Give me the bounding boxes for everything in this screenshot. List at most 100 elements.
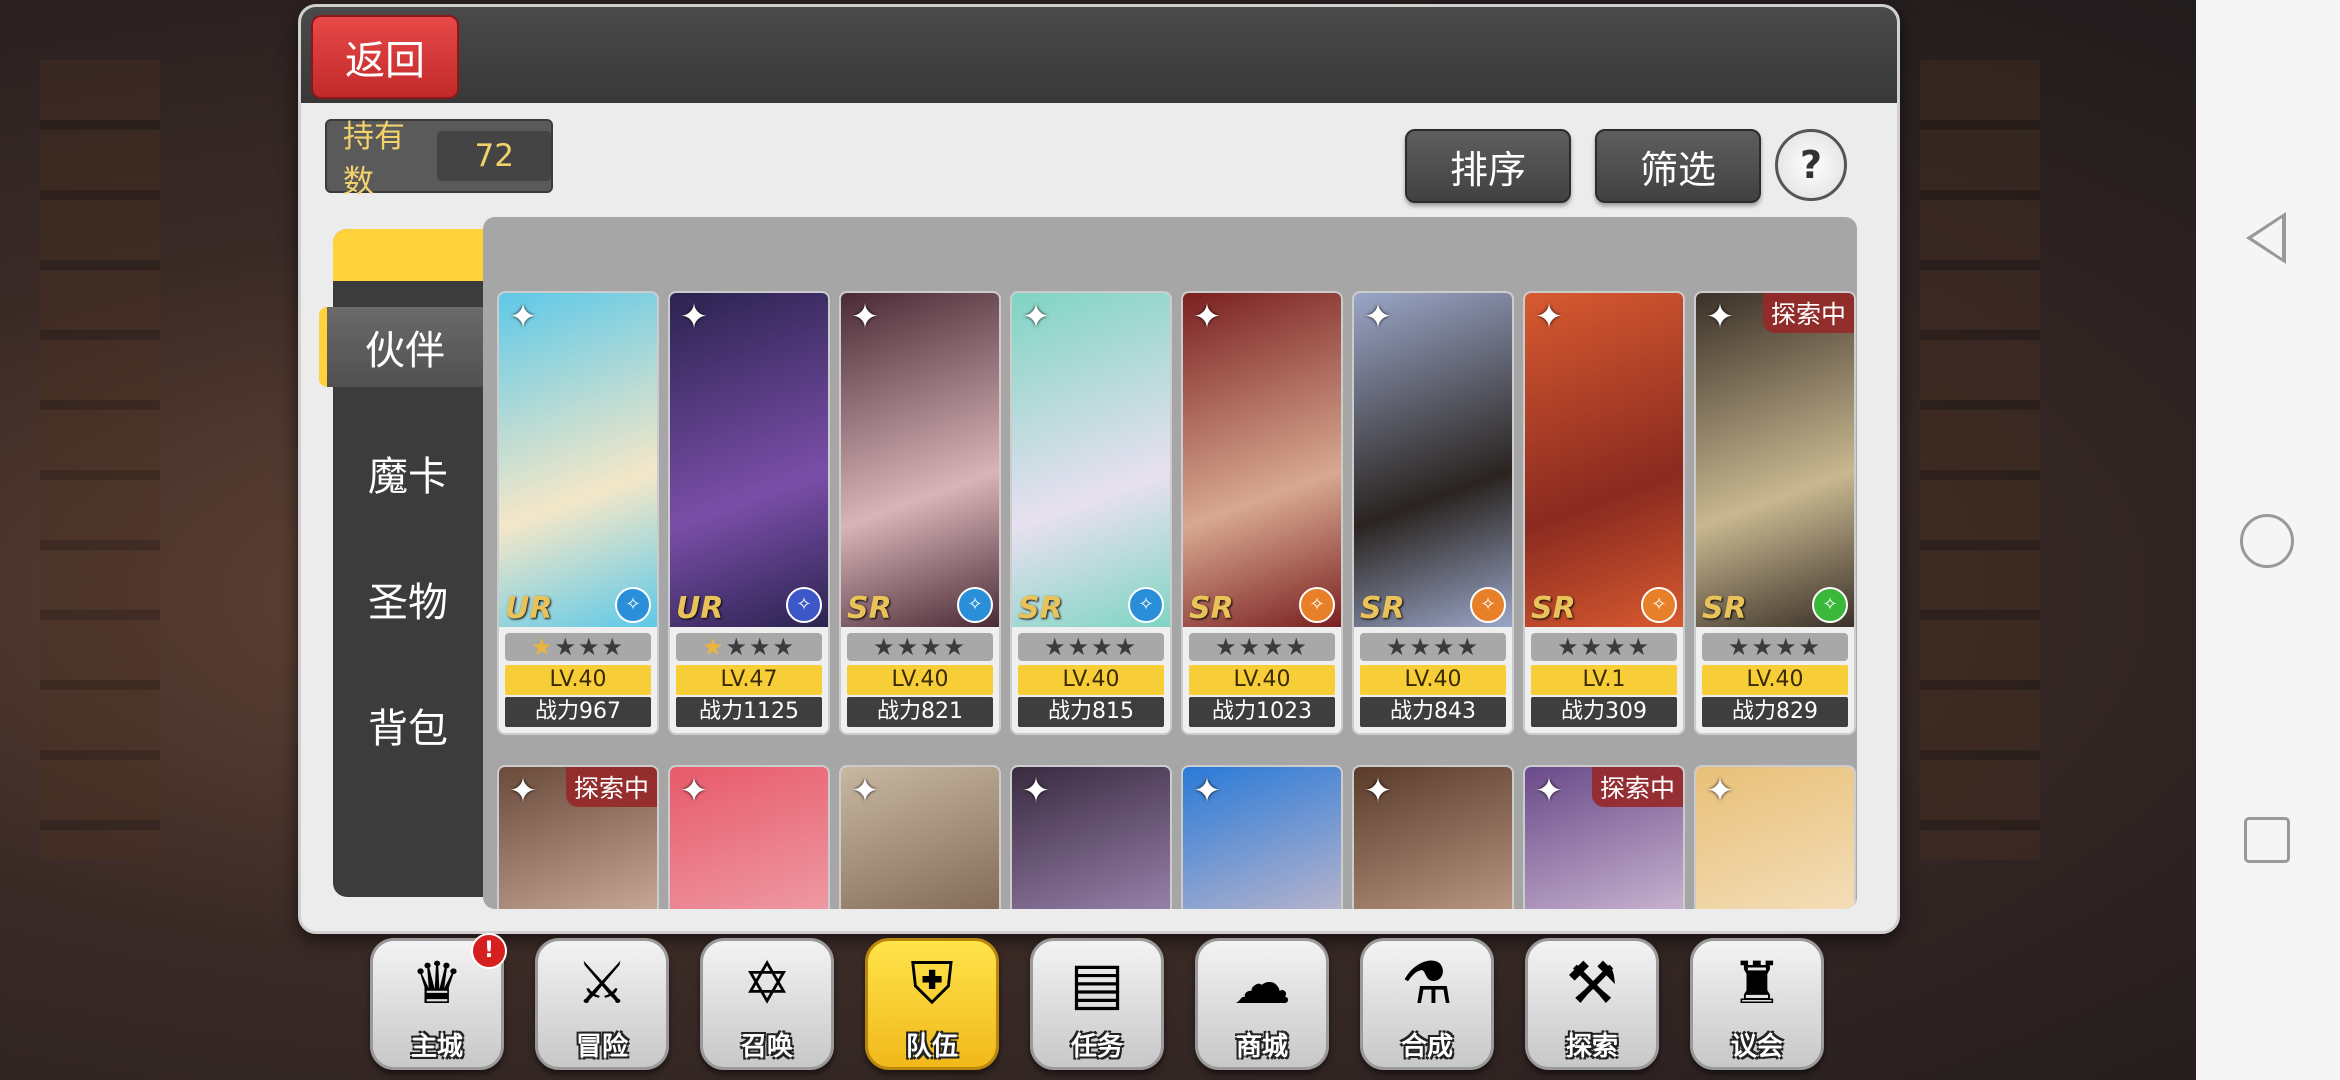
tab-magic-cards[interactable]: 魔卡 bbox=[333, 433, 483, 513]
character-card[interactable]: ✦ bbox=[1181, 765, 1343, 909]
back-button[interactable]: 返回 bbox=[311, 15, 459, 99]
star-icon: ★ bbox=[772, 633, 797, 661]
nav-recent-apps-icon[interactable] bbox=[2244, 817, 2290, 863]
filter-button[interactable]: 筛选 bbox=[1595, 129, 1761, 203]
menu-label: 任务 bbox=[1070, 1032, 1123, 1062]
rarity-label: SR bbox=[847, 591, 892, 626]
element-icon: ✦ bbox=[508, 771, 538, 811]
owned-count-box: 持有数 72 bbox=[325, 119, 553, 200]
menu-icon: ⛨ bbox=[910, 949, 954, 1017]
level-label: LV.40 bbox=[847, 665, 993, 695]
menu-item[interactable]: ☁ 商城 bbox=[1195, 938, 1329, 1070]
star-icon: ★ bbox=[725, 633, 749, 661]
power-label: 战力821 bbox=[847, 697, 993, 727]
class-icon: ✧ bbox=[1128, 587, 1164, 623]
character-card[interactable]: ✦ SR ✧ ★★★★ LV.40 战力821 bbox=[839, 291, 1001, 735]
class-icon: ✧ bbox=[1470, 587, 1506, 623]
sort-button[interactable]: 排序 bbox=[1405, 129, 1571, 203]
character-card[interactable]: ✦ SR ✧ ★★★★ LV.40 战力815 bbox=[1010, 291, 1172, 735]
menu-icon: ⚔ bbox=[576, 949, 628, 1017]
menu-item[interactable]: ⚗ 合成 bbox=[1360, 938, 1494, 1070]
background-shelf bbox=[1920, 60, 2040, 860]
star-icon: ★ bbox=[920, 633, 944, 661]
menu-item[interactable]: ♛ 主城! bbox=[370, 933, 507, 1070]
star-icon: ★ bbox=[1285, 633, 1310, 661]
nav-back-icon[interactable] bbox=[2246, 212, 2286, 264]
element-icon: ✦ bbox=[1705, 297, 1735, 337]
character-card[interactable]: ✦ bbox=[839, 765, 1001, 909]
help-button[interactable]: ? bbox=[1775, 129, 1847, 201]
tab-relics[interactable]: 圣物 bbox=[333, 559, 483, 639]
character-card[interactable]: ✦ SR ✧ ★★★★ LV.40 战力843 bbox=[1352, 291, 1514, 735]
character-card[interactable]: ✦ bbox=[668, 765, 830, 909]
character-card[interactable]: ✦ SR ✧ ★★★★ LV.1 战力309 bbox=[1523, 291, 1685, 735]
menu-item[interactable]: ▤ 任务 bbox=[1030, 938, 1164, 1070]
character-card[interactable]: ✦ 探索中 bbox=[497, 765, 659, 909]
character-card[interactable]: ✦ UR ✧ ★★★★ LV.47 战力1125 bbox=[668, 291, 830, 735]
star-icon: ★ bbox=[1604, 633, 1628, 661]
star-rating: ★★★★ bbox=[505, 633, 651, 661]
tab-backpack[interactable]: 背包 bbox=[333, 685, 483, 765]
star-rating: ★★★★ bbox=[1360, 633, 1506, 661]
owned-count-label: 持有数 bbox=[343, 119, 405, 200]
character-card[interactable]: ✦ 探索中 bbox=[1523, 765, 1685, 909]
star-rating: ★★★★ bbox=[676, 633, 822, 661]
menu-item[interactable]: ⚒ 探索 bbox=[1525, 938, 1659, 1070]
character-portrait bbox=[670, 293, 828, 627]
star-icon: ★ bbox=[1043, 633, 1068, 661]
star-icon: ★ bbox=[601, 633, 626, 661]
nav-home-icon[interactable] bbox=[2240, 514, 2294, 568]
class-icon: ✧ bbox=[786, 587, 822, 623]
element-icon: ✦ bbox=[850, 297, 880, 337]
star-icon: ★ bbox=[1067, 633, 1091, 661]
menu-icon: ✡ bbox=[742, 949, 792, 1017]
menu-item[interactable]: ♜ 议会 bbox=[1690, 938, 1824, 1070]
star-icon: ★ bbox=[1385, 633, 1410, 661]
element-icon: ✦ bbox=[679, 771, 709, 811]
level-label: LV.1 bbox=[1531, 665, 1677, 695]
star-rating: ★★★★ bbox=[1531, 633, 1677, 661]
character-card[interactable]: ✦ SR ✧ ★★★★ LV.40 战力1023 bbox=[1181, 291, 1343, 735]
menu-icon: ⚗ bbox=[1401, 949, 1453, 1017]
menu-item[interactable]: ✡ 召唤 bbox=[700, 938, 834, 1070]
star-icon: ★ bbox=[578, 633, 602, 661]
rarity-label: UR bbox=[676, 591, 724, 626]
element-icon: ✦ bbox=[1192, 297, 1222, 337]
menu-label: 主城 bbox=[410, 1032, 463, 1062]
category-sidebar: 伙伴 魔卡 圣物 背包 bbox=[319, 229, 483, 897]
star-rating: ★★★★ bbox=[1018, 633, 1164, 661]
element-icon: ✦ bbox=[1363, 297, 1393, 337]
star-icon: ★ bbox=[1580, 633, 1604, 661]
menu-icon: ▤ bbox=[1069, 949, 1125, 1017]
power-label: 战力829 bbox=[1702, 697, 1848, 727]
menu-icon: ☁ bbox=[1233, 949, 1291, 1017]
character-portrait bbox=[1354, 293, 1512, 627]
character-card[interactable]: ✦ UR ✧ ★★★★ LV.40 战力967 bbox=[497, 291, 659, 735]
menu-item[interactable]: ⛨ 队伍 bbox=[865, 938, 999, 1070]
menu-label: 探索 bbox=[1565, 1032, 1618, 1062]
level-label: LV.40 bbox=[1189, 665, 1335, 695]
character-card[interactable]: ✦ 探索中 SR ✧ ★★★★ LV.40 战力829 bbox=[1694, 291, 1856, 735]
tab-partners[interactable]: 伙伴 bbox=[319, 307, 483, 387]
menu-item[interactable]: ⚔ 冒险 bbox=[535, 938, 669, 1070]
character-card[interactable]: ✦ bbox=[1352, 765, 1514, 909]
character-card[interactable]: ✦ bbox=[1010, 765, 1172, 909]
notification-badge: ! bbox=[471, 933, 507, 969]
element-icon: ✦ bbox=[1021, 771, 1051, 811]
menu-icon: ♜ bbox=[1731, 949, 1783, 1017]
exploring-tag: 探索中 bbox=[1762, 293, 1854, 333]
character-portrait bbox=[1525, 293, 1683, 627]
star-rating: ★★★★ bbox=[1702, 633, 1848, 661]
menu-label: 合成 bbox=[1400, 1032, 1453, 1062]
element-icon: ✦ bbox=[679, 297, 709, 337]
class-icon: ✧ bbox=[957, 587, 993, 623]
character-card[interactable]: ✦ bbox=[1694, 765, 1856, 909]
android-nav-bar bbox=[2196, 0, 2340, 1080]
rarity-label: SR bbox=[1189, 591, 1234, 626]
element-icon: ✦ bbox=[850, 771, 880, 811]
star-icon: ★ bbox=[1627, 633, 1652, 661]
class-icon: ✧ bbox=[1641, 587, 1677, 623]
star-icon: ★ bbox=[1798, 633, 1823, 661]
star-icon: ★ bbox=[943, 633, 968, 661]
star-rating: ★★★★ bbox=[847, 633, 993, 661]
